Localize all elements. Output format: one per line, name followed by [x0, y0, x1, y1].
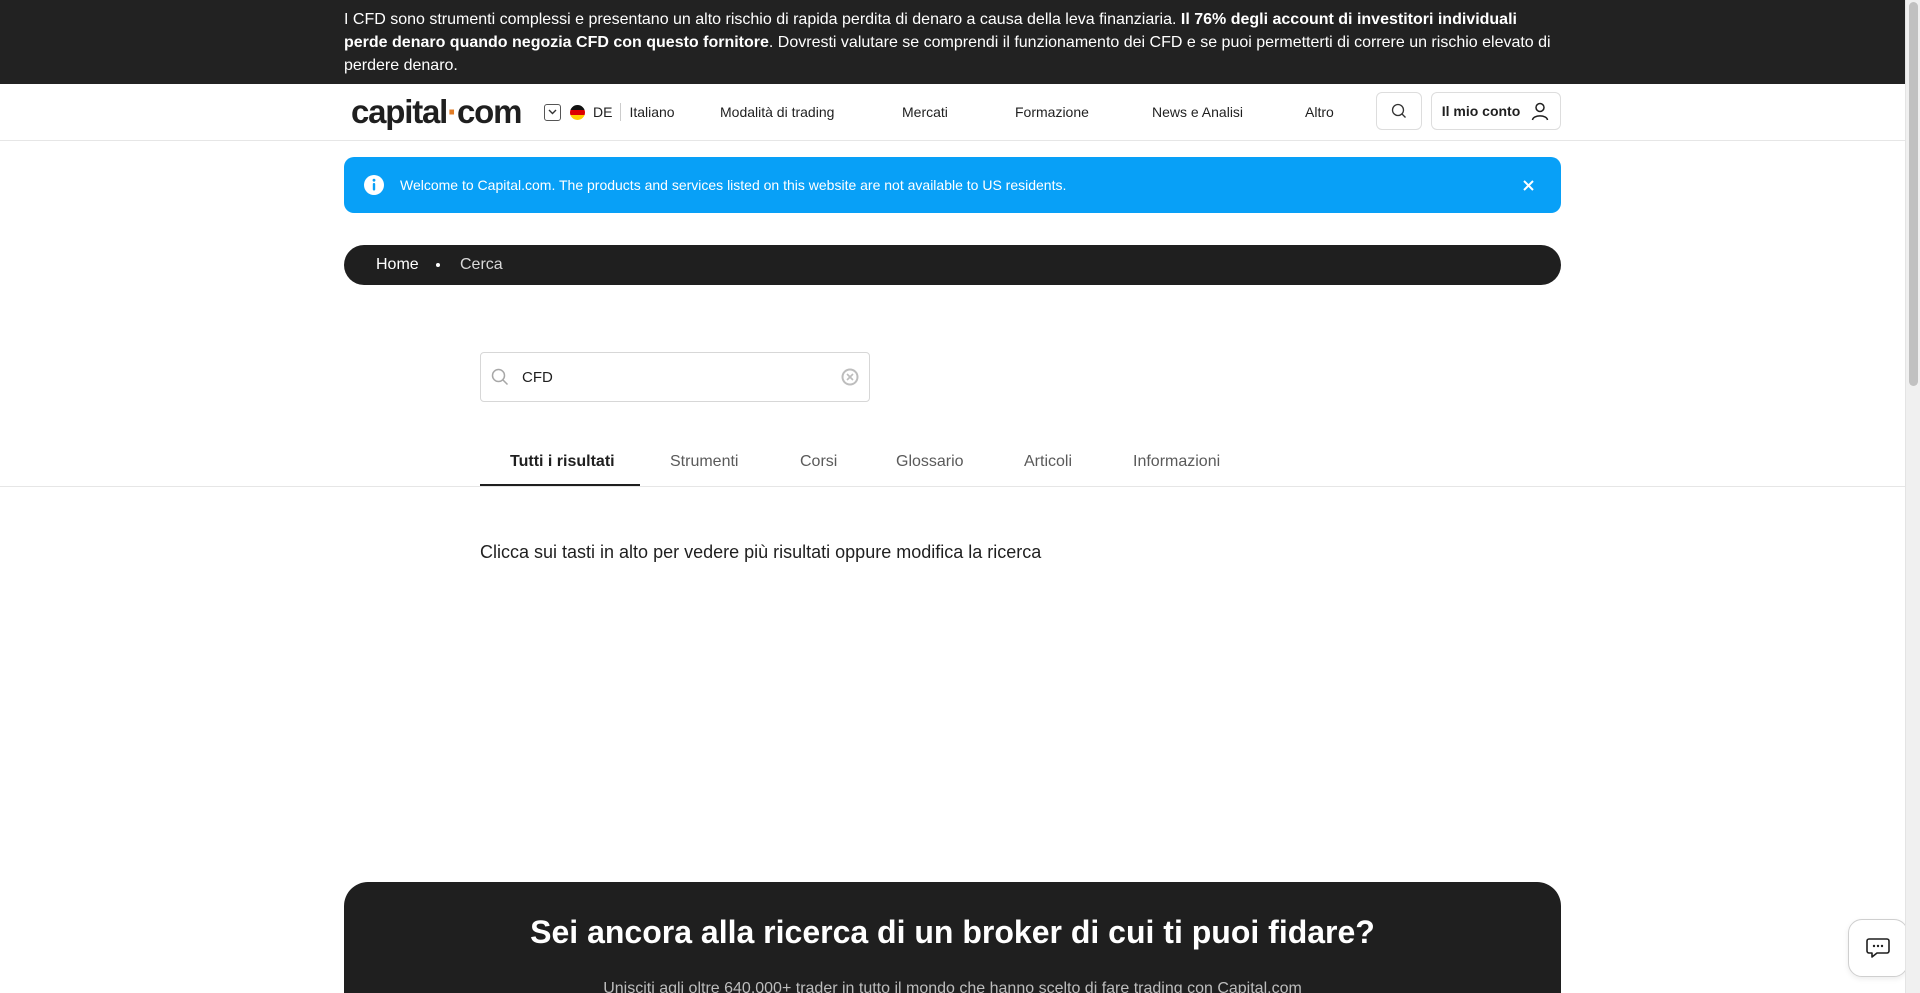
- germany-flag-icon: [570, 104, 585, 120]
- search-box: [480, 352, 870, 402]
- breadcrumb: Home Cerca: [344, 245, 1561, 285]
- chevron-down-icon[interactable]: [544, 103, 561, 121]
- breadcrumb-separator: [436, 263, 440, 267]
- tab-information[interactable]: Informazioni: [1133, 450, 1220, 486]
- chat-button[interactable]: [1848, 919, 1905, 977]
- tab-glossary[interactable]: Glossario: [896, 450, 964, 486]
- results-hint: Clicca sui tasti in alto per vedere più …: [480, 542, 1042, 562]
- search-input[interactable]: [522, 365, 822, 389]
- close-icon[interactable]: [1518, 175, 1538, 195]
- logo-text-right: com: [456, 93, 522, 130]
- my-account-button[interactable]: Il mio conto: [1431, 92, 1561, 130]
- user-icon: [1532, 102, 1549, 121]
- region-language-selector[interactable]: DE Italiano: [544, 98, 675, 126]
- capital-logo[interactable]: capital·com: [351, 93, 522, 130]
- active-tab-indicator: [480, 484, 640, 486]
- region-code: DE: [593, 104, 613, 120]
- info-icon: [364, 175, 384, 195]
- clear-icon[interactable]: [841, 368, 859, 386]
- logo-text-left: capital: [351, 93, 448, 130]
- tab-instruments[interactable]: Strumenti: [670, 450, 738, 486]
- nav-item-trading-modes[interactable]: Modalità di trading: [720, 98, 834, 126]
- notice-text: Welcome to Capital.com. The products and…: [400, 177, 1067, 193]
- search-icon: [491, 368, 509, 386]
- my-account-label: Il mio conto: [1441, 103, 1521, 119]
- cta-subtitle: Unisciti agli oltre 640.000+ trader in t…: [603, 980, 1302, 993]
- page: I CFD sono strumenti complessi e present…: [0, 0, 1905, 993]
- nav-item-markets[interactable]: Mercati: [902, 98, 948, 126]
- risk-warning-banner: I CFD sono strumenti complessi e present…: [0, 0, 1905, 84]
- tab-articles[interactable]: Articoli: [1024, 450, 1072, 486]
- risk-warning-text: I CFD sono strumenti complessi e present…: [344, 8, 1560, 77]
- language-label[interactable]: Italiano: [629, 104, 674, 120]
- chat-icon: [1866, 938, 1890, 958]
- tabs-divider: [0, 486, 1905, 487]
- logo-dot: ·: [447, 93, 458, 130]
- scrollbar-thumb[interactable]: [1909, 2, 1918, 386]
- us-residents-notice: Welcome to Capital.com. The products and…: [344, 157, 1561, 213]
- risk-text-intro: I CFD sono strumenti complessi e present…: [344, 11, 1181, 28]
- breadcrumb-current: Cerca: [460, 256, 503, 273]
- site-header: capital·com DE Italiano Modalità di trad…: [0, 84, 1905, 141]
- nav-item-education[interactable]: Formazione: [1015, 98, 1089, 126]
- tab-all-results[interactable]: Tutti i risultati: [510, 450, 615, 486]
- breadcrumb-home[interactable]: Home: [376, 255, 419, 275]
- nav-item-more[interactable]: Altro: [1305, 98, 1334, 126]
- region-divider: [620, 103, 622, 121]
- search-icon: [1391, 103, 1406, 118]
- page-scrollbar[interactable]: [1905, 0, 1920, 993]
- broker-cta-section: Sei ancora alla ricerca di un broker di …: [344, 882, 1561, 993]
- tab-courses[interactable]: Corsi: [800, 450, 837, 486]
- header-search-button[interactable]: [1376, 92, 1422, 130]
- nav-item-news[interactable]: News e Analisi: [1152, 98, 1243, 126]
- cta-title: Sei ancora alla ricerca di un broker di …: [530, 914, 1375, 950]
